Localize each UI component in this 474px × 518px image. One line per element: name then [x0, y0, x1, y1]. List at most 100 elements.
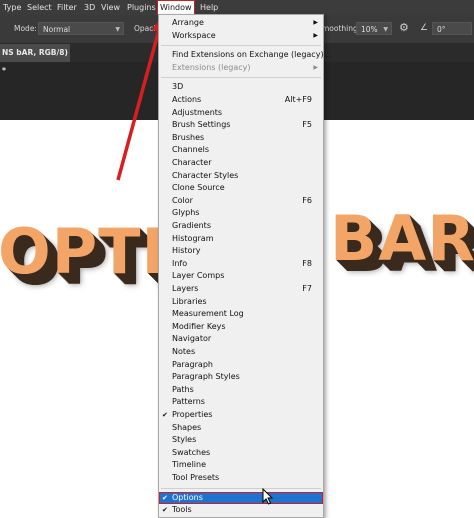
menu-item-arrange[interactable]: Arrange ▶: [159, 17, 323, 30]
checkmark-icon: ✔: [162, 493, 168, 502]
opacity-label: Opacit: [134, 24, 159, 33]
menu-item-label: Measurement Log: [172, 309, 244, 319]
menu-item-label: Actions: [172, 95, 202, 104]
chevron-down-icon: ▼: [383, 26, 388, 33]
menu-item-tool-presets[interactable]: Tool Presets: [159, 472, 323, 485]
menu-item-label: Brush Settings: [172, 120, 231, 130]
menu-item-label: Properties: [172, 410, 213, 419]
menu-item-tools[interactable]: ✔ Tools: [159, 504, 323, 517]
menu-item-measurement-log[interactable]: Measurement Log: [159, 308, 323, 321]
menu-item-paragraph[interactable]: Paragraph: [159, 359, 323, 372]
menu-item-actions[interactable]: Actions Alt+F9: [159, 94, 323, 107]
menu-item-label: Color: [172, 195, 193, 205]
menu-item-histogram[interactable]: Histogram: [159, 233, 323, 246]
menu-item-modifier-keys[interactable]: Modifier Keys: [159, 321, 323, 334]
menu-item-gradients[interactable]: Gradients: [159, 220, 323, 233]
menu-separator: [161, 45, 321, 47]
menu-item-extensions-legacy: Extensions (legacy) ▶: [159, 62, 323, 75]
angle-value: 0°: [437, 25, 446, 34]
menu-item-label: Options: [172, 492, 203, 502]
menu-item-paragraph-styles[interactable]: Paragraph Styles: [159, 371, 323, 384]
menu-item-channels[interactable]: Channels: [159, 144, 323, 157]
menu-item-patterns[interactable]: Patterns: [159, 396, 323, 409]
menu-item-find-extensions-on-exchange-legacy[interactable]: Find Extensions on Exchange (legacy)...: [159, 49, 331, 62]
menu-select[interactable]: Select: [24, 0, 55, 15]
menu-window[interactable]: Window: [157, 0, 195, 15]
menu-separator: [161, 77, 321, 79]
menu-item-label: Layers: [172, 284, 199, 293]
gear-icon[interactable]: ⚙: [399, 21, 409, 34]
menu-item-history[interactable]: History: [159, 245, 323, 258]
mode-value: Normal: [43, 25, 71, 34]
menu-item-libraries[interactable]: Libraries: [159, 296, 323, 309]
menu-item-workspace[interactable]: Workspace ▶: [159, 30, 323, 43]
menu-item-shapes[interactable]: Shapes: [159, 422, 323, 435]
menu-item-paths[interactable]: Paths: [159, 384, 323, 397]
menu-item-character-styles[interactable]: Character Styles: [159, 170, 323, 183]
checkmark-icon: ✔: [162, 411, 168, 419]
chevron-down-icon: ▼: [115, 26, 120, 33]
menu-item-label: Workspace: [172, 30, 216, 40]
angle-icon: ∠: [420, 23, 429, 33]
menu-item-label: Timeline: [172, 460, 207, 470]
menu-item-color[interactable]: Color F6: [159, 195, 323, 208]
menu-item-label: Libraries: [172, 296, 207, 306]
menu-plugins[interactable]: Plugins: [124, 0, 159, 15]
menu-item-properties[interactable]: ✔ Properties: [159, 409, 323, 422]
menu-item-shortcut: F8: [302, 258, 312, 268]
mode-select[interactable]: Normal ▼: [38, 22, 124, 35]
menu-item-brush-settings[interactable]: Brush Settings F5: [159, 119, 323, 132]
menu-item-swatches[interactable]: Swatches: [159, 447, 323, 460]
smoothing-value: 10%: [361, 25, 378, 34]
menu-view[interactable]: View: [98, 0, 123, 15]
menu-help[interactable]: Help: [197, 0, 221, 15]
submenu-arrow-icon: ▶: [313, 63, 318, 71]
menu-item-styles[interactable]: Styles: [159, 434, 323, 447]
menu-type[interactable]: Type: [0, 0, 24, 15]
canvas-3d-text-left: OPTI: [0, 215, 166, 288]
menu-item-label: Extensions (legacy): [172, 62, 251, 72]
menu-item-label: Character Styles: [172, 170, 239, 180]
menu-item-layers[interactable]: Layers F7: [159, 283, 323, 296]
menu-item-layer-comps[interactable]: Layer Comps: [159, 270, 323, 283]
menu-bar: Type Select Filter 3D View Plugins Windo…: [0, 0, 474, 15]
menu-item-label: Paragraph: [172, 359, 213, 369]
menu-item-label: Swatches: [172, 447, 211, 457]
smoothing-select[interactable]: 10% ▼: [356, 22, 392, 35]
menu-item-label: Paths: [172, 384, 194, 394]
menu-item-label: Glyphs: [172, 208, 200, 218]
menu-item-adjustments[interactable]: Adjustments: [159, 107, 323, 120]
menu-item-timeline[interactable]: Timeline: [159, 459, 323, 472]
menu-item-3d[interactable]: 3D: [159, 81, 323, 94]
menu-item-label: Gradients: [172, 221, 211, 230]
menu-item-label: Tool Presets: [172, 473, 220, 482]
menu-item-label: Styles: [172, 435, 197, 445]
menu-item-character[interactable]: Character: [159, 157, 323, 170]
menu-3d[interactable]: 3D: [81, 0, 98, 15]
checkmark-icon: ✔: [162, 506, 168, 515]
menu-item-label: Clone Source: [172, 183, 225, 193]
menu-item-label: Shapes: [172, 422, 202, 432]
menu-item-label: Channels: [172, 145, 210, 155]
menu-item-shortcut: F7: [302, 284, 312, 293]
menu-item-notes[interactable]: Notes: [159, 346, 323, 359]
menu-filter[interactable]: Filter: [54, 0, 80, 15]
angle-input[interactable]: 0°: [432, 22, 472, 35]
menu-item-brushes[interactable]: Brushes: [159, 132, 323, 145]
menu-item-options[interactable]: ✔ Options: [159, 491, 323, 505]
document-tab[interactable]: NS bAR, RGB/8) *: [0, 44, 70, 75]
menu-item-label: Brushes: [172, 132, 205, 142]
menu-item-label: Character: [172, 158, 212, 167]
menu-item-label: Adjustments: [172, 107, 223, 117]
submenu-arrow-icon: ▶: [313, 31, 318, 39]
menu-item-clone-source[interactable]: Clone Source: [159, 182, 323, 195]
menu-item-label: Layer Comps: [172, 271, 225, 281]
menu-item-glyphs[interactable]: Glyphs: [159, 207, 323, 220]
menu-item-label: Find Extensions on Exchange (legacy)...: [172, 50, 332, 60]
smoothing-label: moothing:: [322, 24, 361, 33]
menu-item-info[interactable]: Info F8: [159, 258, 323, 271]
menu-item-label: Paragraph Styles: [172, 372, 240, 382]
menu-item-label: Info: [172, 258, 188, 268]
menu-item-navigator[interactable]: Navigator: [159, 333, 323, 346]
submenu-arrow-icon: ▶: [313, 19, 318, 26]
